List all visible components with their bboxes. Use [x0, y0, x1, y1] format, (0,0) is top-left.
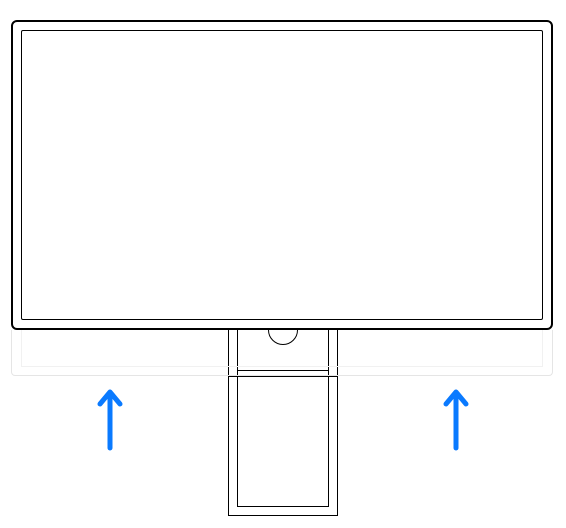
- stand-base-edge: [237, 506, 329, 507]
- display-screen: [21, 30, 543, 320]
- stand-crossbar-inner: [237, 370, 329, 371]
- height-adjust-diagram: [0, 0, 566, 528]
- lift-arrow-left-icon: [96, 386, 124, 452]
- display-panel: [11, 20, 553, 330]
- stand-inner-edge: [237, 330, 238, 507]
- display-stand: [228, 330, 338, 516]
- stand-inner-edge: [328, 330, 329, 507]
- lift-arrow-right-icon: [442, 386, 470, 452]
- stand-crossbar: [229, 376, 337, 377]
